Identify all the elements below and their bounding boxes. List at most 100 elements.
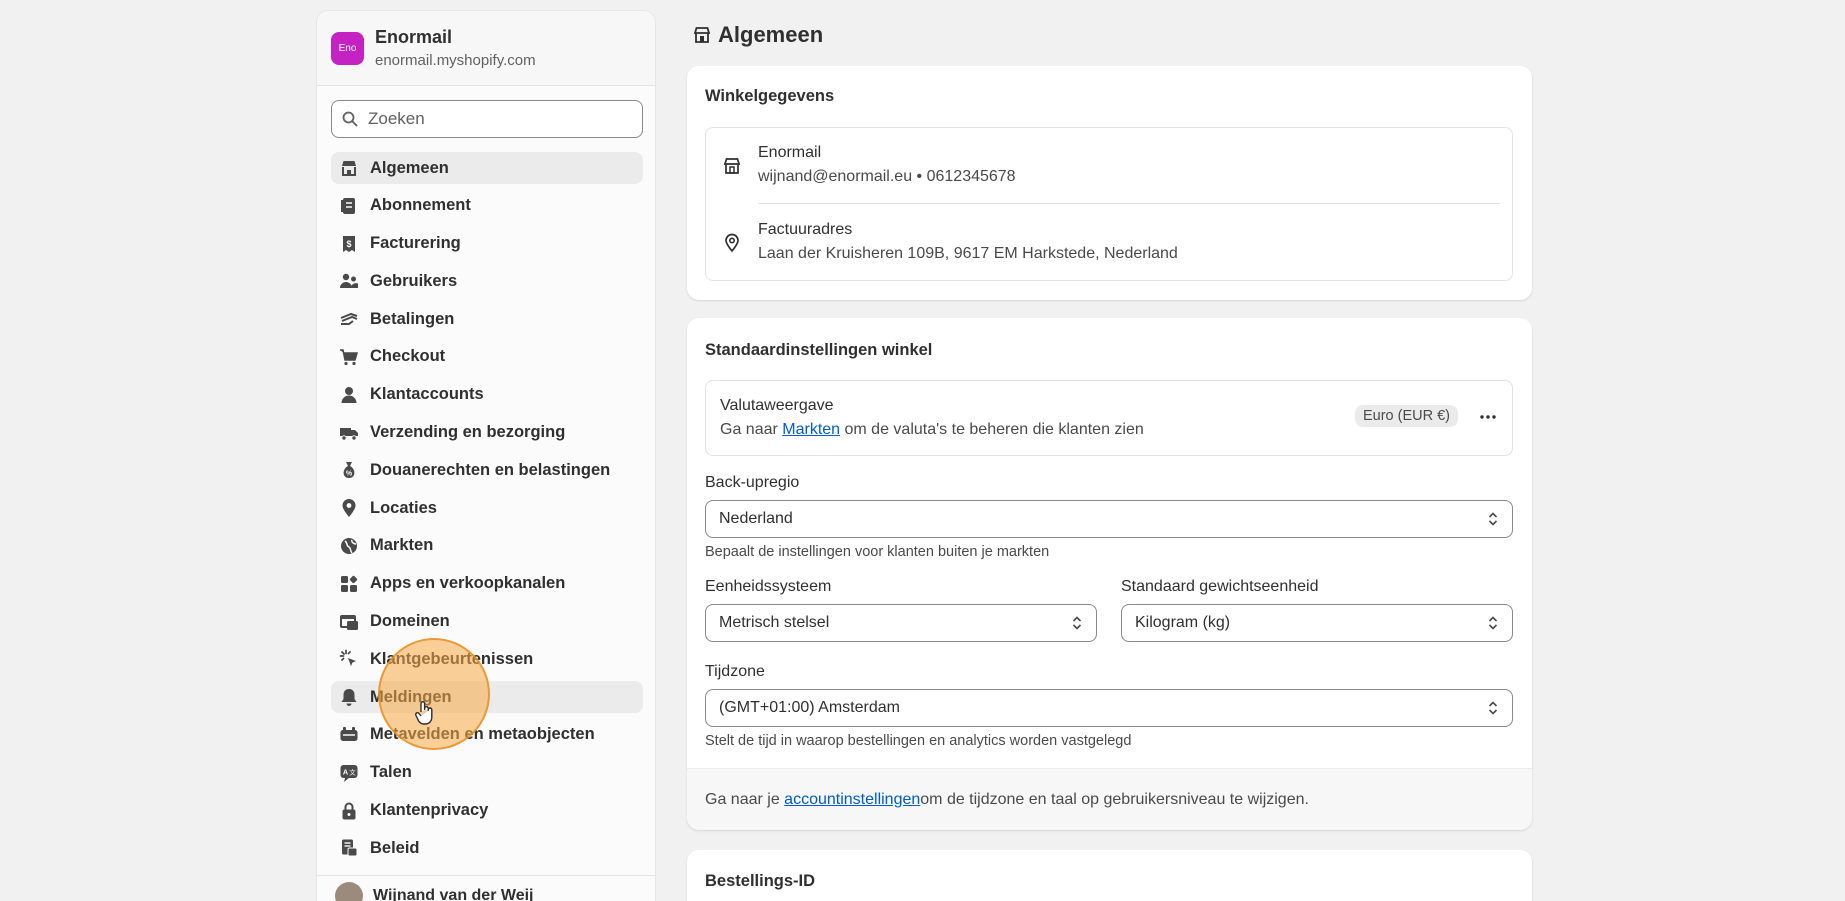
account-settings-link[interactable]: accountinstellingen xyxy=(784,791,920,809)
sidebar-item-klantenprivacy[interactable]: Klantenprivacy xyxy=(331,795,643,827)
search-input[interactable] xyxy=(368,109,628,129)
search-box[interactable] xyxy=(331,100,643,138)
store-icon xyxy=(723,158,741,174)
settings-sidebar: Eno Enormail enormail.myshopify.com Alge… xyxy=(316,10,656,901)
currency-desc-pre: Ga naar xyxy=(720,421,783,438)
page-title-text: Algemeen xyxy=(718,22,824,47)
more-horizontal-icon[interactable] xyxy=(1478,407,1498,427)
note-pre: Ga naar je xyxy=(705,790,780,808)
sidebar-item-label: Klantgebeurtenissen xyxy=(370,649,534,668)
avatar xyxy=(335,881,363,901)
billing-address-title: Factuuradres xyxy=(758,221,853,238)
billing-address-value: Laan der Kruisheren 109B, 9617 EM Harkst… xyxy=(758,245,1178,262)
weight-unit-select[interactable]: Kilogram (kg) xyxy=(1121,604,1513,642)
sidebar-item-facturering[interactable]: $ Facturering xyxy=(331,228,643,260)
sidebar-item-label: Locaties xyxy=(370,498,437,517)
sidebar-item-verzending-en-bezorging[interactable]: Verzending en bezorging xyxy=(331,417,643,449)
svg-text:$: $ xyxy=(346,239,351,249)
store-avatar: Eno xyxy=(331,31,364,65)
sidebar-item-label: Markten xyxy=(370,536,434,555)
person-icon xyxy=(339,385,359,405)
sidebar-item-klantgebeurtenissen[interactable]: Klantgebeurtenissen xyxy=(331,643,643,675)
sidebar-item-label: Betalingen xyxy=(370,309,455,328)
sidebar-item-label: Klantaccounts xyxy=(370,385,484,404)
svg-text:文: 文 xyxy=(349,767,356,776)
lock-icon xyxy=(339,801,359,821)
sidebar-item-label: Verzending en bezorging xyxy=(370,423,566,442)
chevron-up-down-icon xyxy=(1072,616,1082,630)
sidebar-item-label: Klantenprivacy xyxy=(370,801,489,820)
chevron-up-down-icon xyxy=(1488,701,1498,715)
sidebar-item-label: Beleid xyxy=(370,838,420,857)
sidebar-item-betalingen[interactable]: Betalingen xyxy=(331,303,643,335)
cart-icon xyxy=(339,347,359,367)
apps-icon xyxy=(339,574,359,594)
sidebar-item-douanerechten-en-belastingen[interactable]: % Douanerechten en belastingen xyxy=(331,454,643,486)
cursor-click-icon xyxy=(339,649,359,669)
sidebar-item-domeinen[interactable]: Domeinen xyxy=(331,606,643,638)
location-icon xyxy=(725,233,739,253)
sidebar-item-label: Algemeen xyxy=(370,158,449,177)
svg-text:A: A xyxy=(343,767,349,776)
store-icon xyxy=(693,27,711,43)
truck-icon xyxy=(339,423,359,443)
sidebar-item-abonnement[interactable]: Abonnement xyxy=(331,190,643,222)
unit-system-value: Metrisch stelsel xyxy=(719,614,830,631)
globe-icon xyxy=(339,536,359,556)
sidebar-item-label: Douanerechten en belastingen xyxy=(370,460,611,479)
account-settings-note: Ga naar je accountinstellingen om de tij… xyxy=(687,768,1532,830)
markets-link[interactable]: Markten xyxy=(782,421,840,438)
unit-system-label: Eenheidssysteem xyxy=(705,578,832,595)
chevron-up-down-icon xyxy=(1488,616,1498,630)
note-post: om de tijdzone en taal op gebruikersnive… xyxy=(920,790,1309,808)
domain-icon xyxy=(339,612,359,632)
sidebar-item-talen[interactable]: A 文 Talen xyxy=(331,757,643,789)
search-icon xyxy=(342,111,358,127)
store-contact-value: wijnand@enormail.eu • 0612345678 xyxy=(758,168,1016,185)
sidebar-item-apps-en-verkoopkanalen[interactable]: Apps en verkoopkanalen xyxy=(331,568,643,600)
store-details-box[interactable]: Enormail wijnand@enormail.eu • 061234567… xyxy=(705,127,1513,281)
user-menu[interactable]: Wijnand van der Weij xyxy=(317,875,655,901)
store-details-card: Winkelgegevens Enormail wijnand@enormail… xyxy=(687,66,1532,300)
sidebar-item-gebruikers[interactable]: Gebruikers xyxy=(331,265,643,297)
backup-region-select[interactable]: Nederland xyxy=(705,500,1513,538)
timezone-value: (GMT+01:00) Amsterdam xyxy=(719,699,900,716)
metafield-icon xyxy=(339,725,359,745)
backup-region-label: Back-upregio xyxy=(705,474,800,491)
sidebar-item-metavelden-en-metaobjecten[interactable]: Metavelden en metaobjecten xyxy=(331,719,643,751)
currency-display-box: Valutaweergave Ga naar Markten om de val… xyxy=(705,380,1513,456)
currency-badge: Euro (EUR €) xyxy=(1354,405,1458,427)
sidebar-item-label: Metavelden en metaobjecten xyxy=(370,725,595,744)
sidebar-item-klantaccounts[interactable]: Klantaccounts xyxy=(331,379,643,411)
bell-icon xyxy=(339,687,359,707)
timezone-label: Tijdzone xyxy=(705,663,765,680)
store-name-value: Enormail xyxy=(758,144,822,161)
user-name: Wijnand van der Weij xyxy=(373,886,534,901)
sidebar-item-label: Meldingen xyxy=(370,687,452,706)
sidebar-item-checkout[interactable]: Checkout xyxy=(331,341,643,373)
unit-system-select[interactable]: Metrisch stelsel xyxy=(705,604,1097,642)
store-defaults-card: Standaardinstellingen winkel Valutaweerg… xyxy=(687,318,1532,830)
sidebar-item-markten[interactable]: Markten xyxy=(331,530,643,562)
sidebar-item-label: Gebruikers xyxy=(370,271,458,290)
page-title: Algemeen xyxy=(692,22,823,48)
sidebar-item-beleid[interactable]: Beleid xyxy=(331,832,643,864)
svg-text:%: % xyxy=(346,471,353,478)
weight-unit-label: Standaard gewichtseenheid xyxy=(1121,578,1319,595)
store-header[interactable]: Eno Enormail enormail.myshopify.com xyxy=(317,11,655,86)
sidebar-item-label: Apps en verkoopkanalen xyxy=(370,574,566,593)
location-icon xyxy=(339,498,359,518)
store-icon xyxy=(339,158,359,178)
sidebar-item-meldingen[interactable]: Meldingen xyxy=(331,681,643,714)
sidebar-item-algemeen[interactable]: Algemeen xyxy=(331,152,643,184)
taxes-icon: % xyxy=(339,460,359,480)
users-icon xyxy=(339,271,359,291)
sidebar-item-label: Facturering xyxy=(370,234,461,253)
timezone-select[interactable]: (GMT+01:00) Amsterdam xyxy=(705,689,1513,727)
sidebar-item-locaties[interactable]: Locaties xyxy=(331,492,643,524)
backup-region-value: Nederland xyxy=(719,510,793,527)
billing-icon: $ xyxy=(339,234,359,254)
divider xyxy=(758,203,1500,204)
payments-icon xyxy=(339,309,359,329)
settings-nav: Algemeen Abonnement $ Facturering Gebruikers… xyxy=(331,152,643,870)
